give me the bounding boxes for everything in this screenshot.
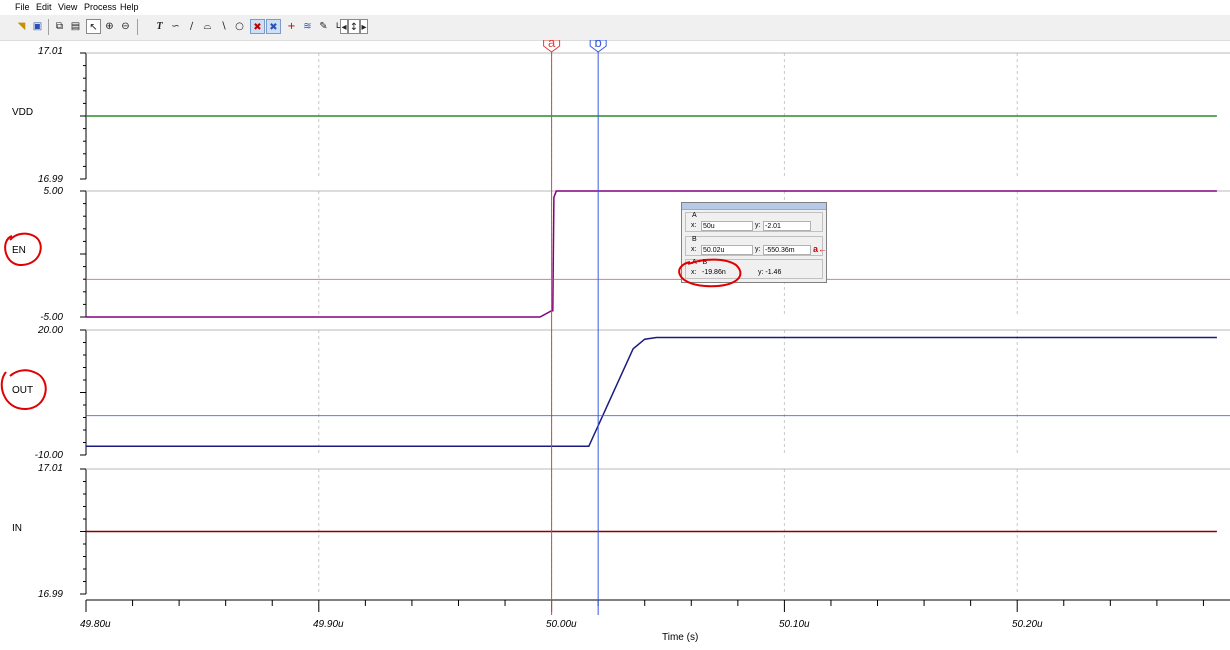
- trace-en: [86, 190, 1217, 318]
- menu-file[interactable]: File: [15, 2, 30, 12]
- cursor-b-group: B x: 50.02u y: -550.36m a←: [685, 236, 827, 256]
- x-tick-label: 50.00u: [546, 619, 577, 630]
- menu-process[interactable]: Process: [84, 2, 117, 12]
- cursor-b-handle-label: b: [595, 40, 602, 50]
- menu-view[interactable]: View: [58, 2, 77, 12]
- cursors[interactable]: ab: [86, 40, 1230, 615]
- y-bottom-label-in: 16.99: [37, 589, 63, 600]
- measure-tool-icon[interactable]: ⌓: [200, 19, 215, 34]
- pointer-icon[interactable]: ↖: [86, 19, 101, 34]
- x-tick-label: 49.90u: [313, 619, 344, 630]
- cursor-b-x-label: x:: [691, 246, 697, 253]
- cursor-a-group: A x: 50u y: -2.01: [685, 212, 823, 232]
- toolbar: ◥ ▣ ⧉ ▤ ↖ ⊕ ⊖ T ∽ ∕ ⌓ ∖ ○ ✖ ✖ + ≋ ✎ ∟ ◂ …: [0, 15, 1230, 41]
- cursor-diff-x-label: x:: [691, 269, 697, 276]
- text-icon[interactable]: T: [152, 19, 167, 34]
- ellipse-tool-icon[interactable]: ○: [232, 19, 247, 34]
- cursor-diff-title: A - B: [692, 259, 708, 266]
- move-left-icon[interactable]: ◂: [340, 19, 348, 34]
- trace-label-vdd: VDD: [12, 107, 34, 118]
- y-bottom-label-en: -5.00: [40, 312, 63, 323]
- move-right-icon[interactable]: ▸: [360, 19, 368, 34]
- toolbar-separator: [137, 19, 138, 35]
- cursor-a-handle-label: a: [548, 40, 556, 50]
- cursor-a-title: A: [692, 212, 697, 219]
- swap-cursor-label: a: [813, 244, 819, 254]
- paste-icon[interactable]: ▤: [68, 19, 83, 34]
- y-top-label-out: 20.00: [37, 325, 63, 336]
- cursor-b-y-field[interactable]: -550.36m: [763, 245, 811, 255]
- zoom-in-icon[interactable]: ⊕: [102, 19, 117, 34]
- cursor-a-x-label: x:: [691, 222, 697, 229]
- x-tick-label: 50.10u: [779, 619, 810, 630]
- curve-tool-icon[interactable]: ∽: [168, 19, 183, 34]
- menu-edit[interactable]: Edit: [36, 2, 52, 12]
- y-top-label-in: 17.01: [37, 463, 63, 474]
- cursor-b-y-label: y:: [755, 246, 761, 253]
- y-bottom-label-vdd: 16.99: [37, 174, 63, 185]
- trace-label-out: OUT: [12, 385, 34, 396]
- trace-label-in: IN: [12, 523, 22, 534]
- menu-bar: File Edit View Process Help: [0, 0, 1230, 15]
- cursor-a-icon[interactable]: ✖: [250, 19, 265, 34]
- line-tool-icon[interactable]: ∖: [216, 19, 231, 34]
- x-axis-title: Time (s): [662, 632, 699, 643]
- y-top-label-vdd: 17.01: [37, 46, 63, 57]
- save-icon[interactable]: ▣: [30, 19, 45, 34]
- cursor-a-y-field[interactable]: -2.01: [763, 221, 811, 231]
- cursor-diff-x-value: -19.86n: [702, 269, 726, 276]
- panel-axes: [80, 52, 1230, 612]
- cursor-b-title: B: [692, 236, 697, 243]
- cursor-b-x-field[interactable]: 50.02u: [701, 245, 753, 255]
- x-tick-label: 49.80u: [80, 619, 111, 630]
- zoom-out-icon[interactable]: ⊖: [118, 19, 133, 34]
- cursor-diff-y-value: y: -1.46: [758, 269, 782, 276]
- fit-icon[interactable]: ≋: [300, 19, 315, 34]
- trace-label-en: EN: [12, 245, 26, 256]
- x-tick-label: 50.20u: [1012, 619, 1043, 630]
- swap-cursor-button[interactable]: a←: [813, 244, 827, 254]
- y-bottom-label-out: -10.00: [34, 450, 63, 461]
- cursor-readout-titlebar[interactable]: [682, 203, 826, 210]
- add-marker-icon[interactable]: +: [284, 19, 299, 34]
- cursor-b-icon[interactable]: ✖: [266, 19, 281, 34]
- cursor-diff-group: A - B x: -19.86n y: -1.46: [685, 259, 823, 279]
- waveform-plot[interactable]: ab: [0, 40, 1230, 650]
- trace-out: [86, 336, 1217, 448]
- slope-tool-icon[interactable]: ∕: [184, 19, 199, 34]
- open-folder-icon[interactable]: ◥: [14, 19, 29, 34]
- y-top-label-en: 5.00: [43, 186, 63, 197]
- cursor-readout-panel[interactable]: A x: 50u y: -2.01 B x: 50.02u y: -550.36…: [681, 202, 827, 283]
- grid: [318, 53, 1018, 594]
- move-up-down-icon[interactable]: ↕: [348, 19, 360, 34]
- menu-help[interactable]: Help: [120, 2, 139, 12]
- cursor-a-y-label: y:: [755, 222, 761, 229]
- toolbar-separator: [48, 19, 49, 35]
- copy-icon[interactable]: ⧉: [52, 19, 67, 34]
- cursor-a-x-field[interactable]: 50u: [701, 221, 753, 231]
- pen-icon[interactable]: ✎: [316, 19, 331, 34]
